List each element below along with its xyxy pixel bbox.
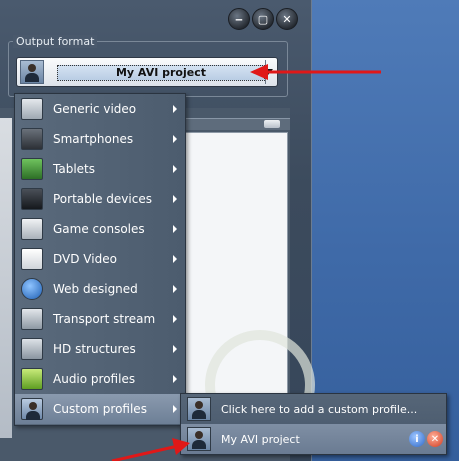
left-panel-strip [0,118,12,438]
menu-item-label: Tablets [53,162,95,176]
chevron-right-icon [173,165,177,173]
smartphone-icon [21,128,43,150]
menu-item-label: Custom profiles [53,402,147,416]
chevron-right-icon [173,315,177,323]
globe-icon [21,278,43,300]
portable-player-icon [21,188,43,210]
chevron-right-icon [173,135,177,143]
menu-item-dvd-video[interactable]: DVD Video [15,244,185,274]
chevron-right-icon [173,285,177,293]
menu-item-game-consoles[interactable]: Game consoles [15,214,185,244]
custom-profile-item-my-avi-project[interactable]: My AVI project i ✕ [181,424,446,454]
menu-item-label: Smartphones [53,132,134,146]
output-format-menu: Generic video Smartphones Tablets Portab… [14,93,186,426]
info-icon[interactable]: i [409,431,425,447]
custom-profiles-submenu: Click here to add a custom profile... My… [180,393,447,455]
menu-item-transport-stream[interactable]: Transport stream [15,304,185,334]
profile-person-icon [20,60,44,84]
menu-item-label: HD structures [53,342,136,356]
profile-person-icon [187,427,211,451]
profile-person-icon [187,397,211,421]
menu-item-label: DVD Video [53,252,117,266]
custom-profile-label: My AVI project [221,432,300,446]
selected-format-text: My AVI project [57,65,265,81]
chevron-right-icon [173,255,177,263]
menu-item-smartphones[interactable]: Smartphones [15,124,185,154]
film-reel-icon [21,308,43,330]
output-format-label: Output format [13,35,98,48]
add-custom-profile-item[interactable]: Click here to add a custom profile... [181,394,446,424]
chevron-right-icon [173,345,177,353]
chevron-right-icon [173,375,177,383]
menu-item-custom-profiles[interactable]: Custom profiles [15,394,185,424]
music-note-icon [21,368,43,390]
tablet-icon [21,158,43,180]
menu-item-tablets[interactable]: Tablets [15,154,185,184]
add-custom-profile-label: Click here to add a custom profile... [221,402,418,416]
close-button[interactable]: ✕ [276,8,298,30]
chevron-right-icon [173,225,177,233]
menu-item-label: Transport stream [53,312,156,326]
chevron-right-icon [173,405,177,413]
chevron-down-icon[interactable] [263,69,273,75]
menu-item-label: Audio profiles [53,372,136,386]
menu-item-label: Game consoles [53,222,145,236]
chevron-right-icon [173,195,177,203]
chevron-right-icon [173,105,177,113]
minimize-button[interactable]: ‒ [228,8,250,30]
menu-item-audio-profiles[interactable]: Audio profiles [15,364,185,394]
menu-item-hd-structures[interactable]: HD structures [15,334,185,364]
delete-icon[interactable]: ✕ [427,431,443,447]
hd-film-icon [21,338,43,360]
menu-item-web-designed[interactable]: Web designed [15,274,185,304]
film-icon [21,98,43,120]
menu-item-portable-devices[interactable]: Portable devices [15,184,185,214]
menu-item-generic-video[interactable]: Generic video [15,94,185,124]
slider-thumb[interactable] [264,120,280,128]
output-format-dropdown[interactable]: My AVI project [16,57,278,87]
dvd-icon [21,248,43,270]
menu-item-label: Generic video [53,102,137,116]
custom-profile-icon [21,398,43,420]
maximize-button[interactable]: ▢ [252,8,274,30]
gamepad-icon [21,218,43,240]
menu-item-label: Portable devices [53,192,152,206]
menu-item-label: Web designed [53,282,138,296]
